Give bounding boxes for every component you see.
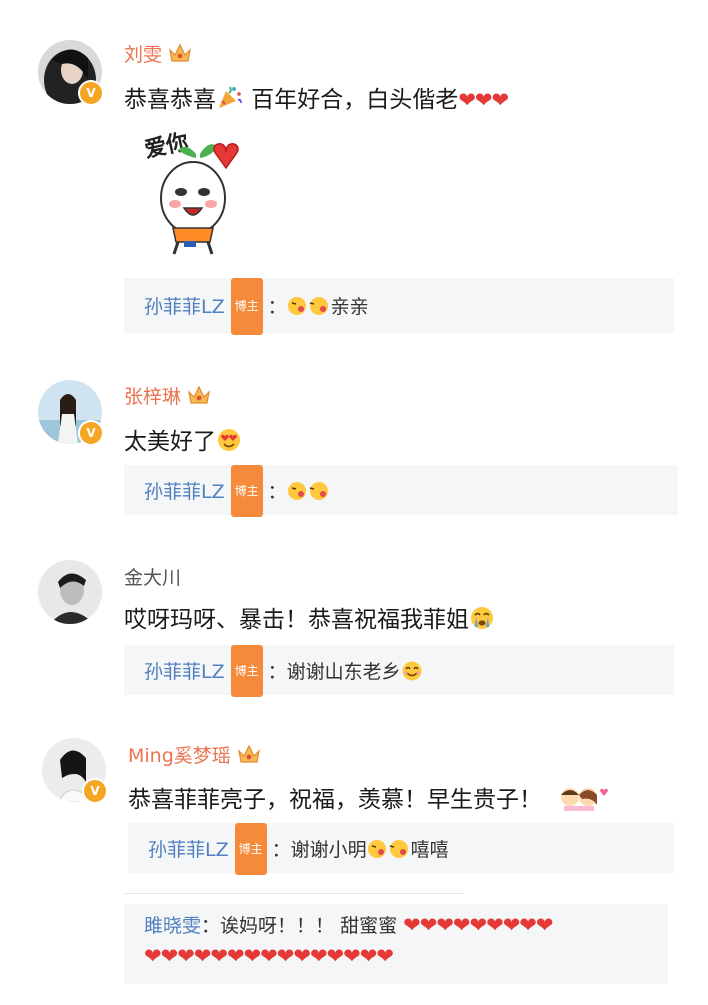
crown-icon bbox=[237, 744, 260, 763]
radish-character-icon bbox=[160, 143, 239, 255]
reply-separator: ： bbox=[267, 661, 287, 683]
avatar[interactable]: V bbox=[38, 40, 104, 106]
username[interactable]: 金大川 bbox=[124, 563, 181, 590]
reply-author[interactable]: 孙菲菲LZ bbox=[144, 481, 225, 503]
reply-text: 谢谢小明 bbox=[290, 839, 367, 861]
reply-author[interactable]: 孙菲菲LZ bbox=[148, 839, 229, 861]
reply-box[interactable]: 孙菲菲LZ 博主 ：谢谢小明 嘻嘻 bbox=[128, 823, 674, 875]
verified-badge-icon: V bbox=[82, 778, 108, 804]
comment-text: 恭喜菲菲亮子，祝福，羡慕！早生贵子！ bbox=[128, 780, 608, 814]
author-tag-badge: 博主 bbox=[234, 823, 267, 875]
reply-separator: ： bbox=[201, 915, 221, 937]
kiss-emoji-icon bbox=[287, 482, 328, 500]
party-popper-icon bbox=[219, 86, 242, 108]
avatar[interactable] bbox=[38, 560, 102, 624]
comment-text: 恭喜恭喜 百年好合，白头偕老❤❤❤ bbox=[124, 80, 509, 114]
reply-box[interactable]: 孙菲菲LZ 博主 ：谢谢山东老乡 bbox=[124, 645, 674, 697]
faint-divider bbox=[124, 893, 464, 894]
username[interactable]: Ming奚梦瑶 bbox=[128, 741, 261, 768]
reply-author[interactable]: 孙菲菲LZ bbox=[144, 296, 225, 318]
crown-icon bbox=[169, 43, 191, 62]
reply-separator: ： bbox=[267, 296, 287, 318]
sticker-image[interactable]: 爱你 bbox=[138, 124, 248, 260]
avatar-image bbox=[38, 560, 102, 624]
author-tag-badge: 博主 bbox=[230, 645, 263, 697]
reply-text: 谢谢山东老乡 bbox=[286, 661, 401, 683]
username[interactable]: 刘雯 bbox=[124, 40, 192, 67]
smile-emoji-icon bbox=[402, 661, 422, 681]
couple-kiss-emoji-icon bbox=[561, 788, 608, 811]
reply-separator: ： bbox=[267, 481, 287, 503]
reply-box[interactable]: 孙菲菲LZ 博主： 亲亲 bbox=[124, 278, 674, 335]
kiss-emoji-icon bbox=[367, 840, 408, 858]
hearts-emoji: ❤❤❤ bbox=[458, 88, 509, 112]
avatar[interactable]: V bbox=[38, 380, 104, 446]
reply-author[interactable]: 雎晓雯 bbox=[144, 915, 201, 937]
reply-text: 诶妈呀！！！ 甜蜜蜜 bbox=[220, 915, 398, 937]
author-tag-badge: 博主 bbox=[230, 465, 263, 517]
kiss-emoji-icon bbox=[287, 297, 328, 315]
username[interactable]: 张梓琳 bbox=[124, 382, 211, 409]
reply-box[interactable]: 孙菲菲LZ 博主： bbox=[124, 465, 678, 517]
comment-text: 哎呀玛呀、暴击！恭喜祝福我菲姐 bbox=[124, 600, 495, 634]
reply-text: 亲亲 bbox=[330, 296, 369, 318]
comment-text: 太美好了 bbox=[124, 422, 242, 456]
crown-icon bbox=[188, 385, 210, 404]
verified-badge-icon: V bbox=[78, 80, 104, 106]
reply-author[interactable]: 孙菲菲LZ bbox=[144, 661, 225, 683]
avatar[interactable]: V bbox=[42, 738, 108, 804]
hearts-emoji: ❤❤❤❤❤❤❤❤❤ bbox=[403, 913, 553, 937]
reply-box[interactable]: 雎晓雯：诶妈呀！！！ 甜蜜蜜 ❤❤❤❤❤❤❤❤❤ ❤❤❤❤❤❤❤❤❤❤❤❤❤❤❤ bbox=[124, 904, 668, 984]
verified-badge-icon: V bbox=[78, 420, 104, 446]
reply-separator: ： bbox=[271, 839, 291, 861]
author-tag-badge: 博主 bbox=[230, 278, 263, 335]
crying-emoji-icon bbox=[471, 607, 493, 629]
hearts-emoji: ❤❤❤❤❤❤❤❤❤❤❤❤❤❤❤ bbox=[144, 944, 394, 968]
heart-eyes-emoji-icon bbox=[218, 429, 240, 451]
reply-text-suffix: 嘻嘻 bbox=[410, 839, 449, 861]
